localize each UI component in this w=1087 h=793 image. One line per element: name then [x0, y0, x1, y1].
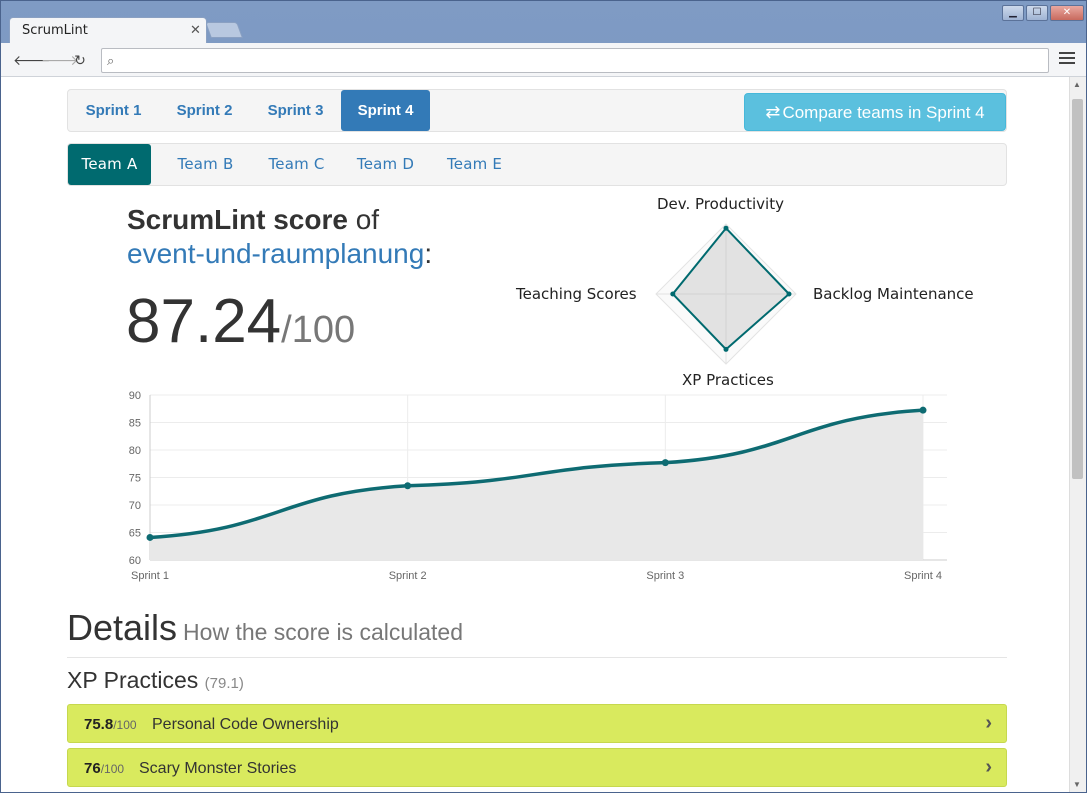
tab-sprint-2[interactable]: Sprint 2	[159, 90, 250, 131]
divider	[67, 657, 1007, 658]
tab-sprint-1[interactable]: Sprint 1	[68, 90, 159, 131]
section-score: (79.1)	[204, 675, 244, 692]
team-nav: Team A Team B Team C Team D Team E	[67, 143, 1007, 186]
tab-team-d[interactable]: Team D	[340, 144, 431, 185]
window-controls: ▁ ☐ ✕	[1002, 5, 1084, 21]
metric-score-value: 76	[84, 760, 101, 777]
sprint-nav: Sprint 1 Sprint 2 Sprint 3 Sprint 4 ⇄ Com…	[67, 89, 1007, 132]
retweet-icon: ⇄	[765, 102, 781, 122]
score-title-of: of	[347, 204, 380, 235]
tab-team-c[interactable]: Team C	[251, 144, 342, 185]
y-tick-label: 85	[129, 418, 141, 430]
metric-score-max: /100	[100, 762, 125, 776]
section-title: XP Practices	[67, 667, 199, 693]
metric-row[interactable]: 76/100 Scary Monster Stories ›	[67, 748, 1007, 787]
metric-score: 76/100	[84, 760, 124, 777]
score-value: 87.24	[126, 287, 282, 356]
data-point	[404, 482, 412, 490]
vertical-scrollbar[interactable]: ▲ ▼	[1069, 77, 1086, 792]
y-tick-label: 75	[129, 473, 141, 485]
new-tab-button[interactable]	[205, 22, 243, 38]
score-max: /100	[281, 309, 356, 351]
tab-team-a[interactable]: Team A	[68, 144, 151, 185]
reload-icon[interactable]: ↻	[71, 51, 89, 69]
metric-name: Personal Code Ownership	[152, 716, 339, 733]
radar-point	[723, 346, 729, 352]
menu-icon[interactable]	[1059, 52, 1075, 68]
chevron-right-icon: ›	[985, 712, 992, 734]
y-tick-label: 90	[129, 390, 141, 402]
repo-suffix: :	[424, 238, 433, 269]
metric-name: Scary Monster Stories	[139, 760, 297, 777]
tab-sprint-3[interactable]: Sprint 3	[250, 90, 341, 131]
search-icon: ⌕	[107, 53, 115, 68]
page-viewport: Sprint 1 Sprint 2 Sprint 3 Sprint 4 ⇄ Com…	[1, 77, 1086, 792]
close-window-button[interactable]: ✕	[1050, 5, 1084, 21]
tab-team-b[interactable]: Team B	[160, 144, 251, 185]
x-tick-label: Sprint 3	[646, 570, 684, 582]
data-point	[146, 533, 154, 541]
radar-area	[671, 226, 791, 351]
scroll-down-icon[interactable]: ▼	[1073, 780, 1081, 789]
y-tick-label: 80	[129, 445, 141, 457]
radar-point	[723, 225, 729, 231]
details-title: Details	[67, 607, 178, 648]
radar-point	[786, 291, 792, 297]
compare-teams-button[interactable]: ⇄ Compare teams in Sprint 4	[744, 93, 1006, 131]
score-heading: ScrumLint score of event-und-raumplanung…	[127, 203, 432, 271]
score-line-chart: 60 65 70 75 80 85 90 Sprint 1 Sprint 2 Sprint 3 Sp…	[129, 390, 947, 582]
score-title: ScrumLint score	[127, 204, 348, 235]
repo-link[interactable]: event-und-raumplanung	[127, 238, 424, 269]
x-tick-label: Sprint 4	[904, 570, 942, 582]
tab-sprint-4[interactable]: Sprint 4	[341, 90, 430, 131]
address-bar[interactable]: ⌕	[101, 48, 1049, 73]
data-point	[661, 459, 669, 467]
radar-label-right: Backlog Maintenance	[813, 285, 974, 303]
radar-label-left: Teaching Scores	[516, 285, 637, 303]
section-heading: XP Practices (79.1)	[67, 667, 244, 694]
maximize-button[interactable]: ☐	[1026, 5, 1048, 21]
metric-score: 75.8/100	[84, 716, 137, 733]
back-arrow-icon[interactable]: 🡐	[13, 51, 51, 69]
data-point	[919, 406, 927, 414]
address-input[interactable]	[126, 51, 1041, 70]
y-tick-label: 70	[129, 500, 141, 512]
y-tick-label: 65	[129, 528, 141, 540]
forward-arrow-icon[interactable]: 🡒	[41, 51, 79, 69]
metric-score-value: 75.8	[84, 716, 114, 733]
tab-strip: ScrumLint ✕ ▁ ☐ ✕	[1, 1, 1087, 43]
browser-tab[interactable]: ScrumLint ✕	[9, 17, 207, 43]
scroll-up-icon[interactable]: ▲	[1073, 80, 1081, 89]
details-subtitle: How the score is calculated	[183, 619, 464, 645]
minimize-button[interactable]: ▁	[1002, 5, 1024, 21]
tab-team-e[interactable]: Team E	[429, 144, 520, 185]
scroll-thumb[interactable]	[1072, 99, 1083, 479]
browser-toolbar: 🡐 🡒 ↻ ⌕	[1, 43, 1086, 77]
compare-label: Compare teams in Sprint 4	[782, 103, 985, 122]
x-tick-label: Sprint 2	[389, 570, 427, 582]
radar-chart	[655, 223, 797, 365]
tab-close-icon[interactable]: ✕	[190, 22, 201, 38]
metric-row[interactable]: 75.8/100 Personal Code Ownership ›	[67, 704, 1007, 743]
details-heading: Details How the score is calculated	[67, 607, 463, 649]
tab-title: ScrumLint	[22, 23, 88, 38]
score-value-display: 87.24/100	[126, 287, 355, 365]
browser-window: ScrumLint ✕ ▁ ☐ ✕ 🡐 🡒 ↻ ⌕ Sprint 1 Sprin…	[0, 0, 1087, 793]
y-tick-label: 60	[129, 555, 141, 567]
chevron-right-icon: ›	[985, 756, 992, 778]
x-tick-label: Sprint 1	[131, 570, 169, 582]
metric-score-max: /100	[113, 718, 137, 732]
radar-point	[670, 291, 676, 297]
